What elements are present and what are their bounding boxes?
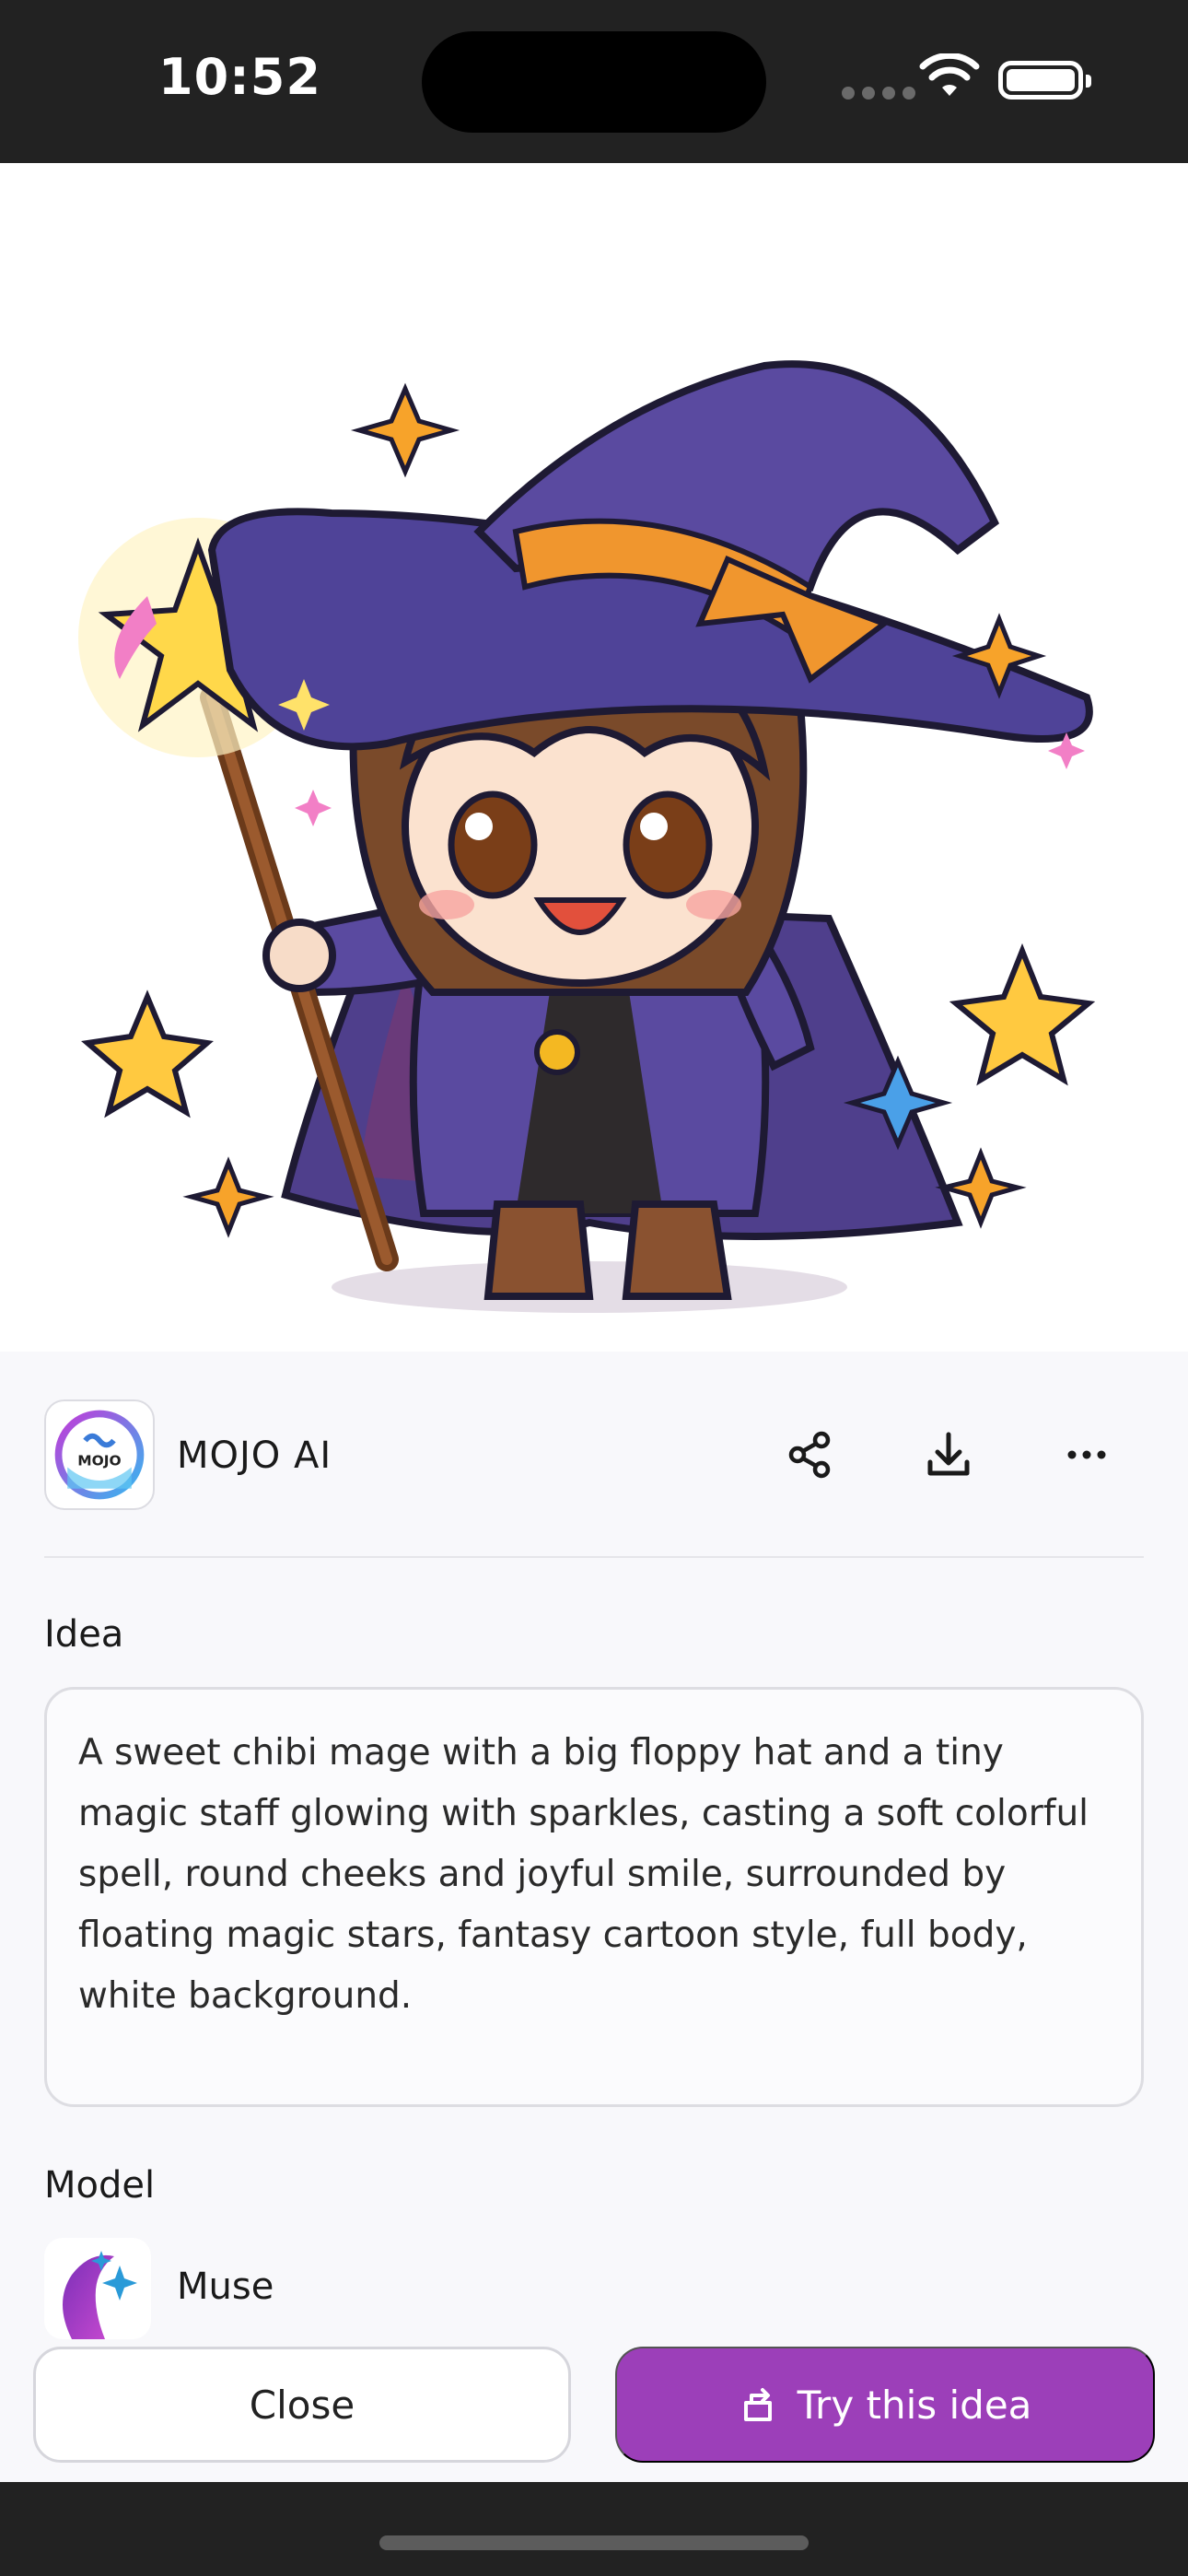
status-time: 10:52 bbox=[158, 48, 321, 106]
mojo-ai-logo[interactable]: MOJO bbox=[44, 1399, 155, 1510]
muse-model-icon bbox=[44, 2238, 151, 2339]
dynamic-island bbox=[422, 31, 766, 133]
wifi-icon bbox=[919, 53, 980, 96]
mojo-logo-text: MOJO bbox=[77, 1453, 121, 1469]
status-bar: 10:52 bbox=[0, 0, 1188, 163]
divider bbox=[44, 1556, 1144, 1558]
more-icon bbox=[1067, 1450, 1106, 1459]
generated-image[interactable] bbox=[0, 163, 1188, 1352]
author-row: MOJO MOJO AI bbox=[44, 1399, 1144, 1514]
idea-box[interactable]: A sweet chibi mage with a big floppy hat… bbox=[44, 1687, 1144, 2107]
download-button[interactable] bbox=[919, 1425, 978, 1484]
cellular-signal-icon bbox=[842, 87, 915, 100]
try-button-label: Try this idea bbox=[797, 2382, 1032, 2428]
close-button[interactable]: Close bbox=[33, 2347, 571, 2463]
close-button-label: Close bbox=[249, 2382, 355, 2428]
model-label: Model bbox=[44, 2164, 156, 2207]
idea-label: Idea bbox=[44, 1613, 124, 1656]
model-row[interactable]: Muse bbox=[44, 2238, 597, 2339]
author-name: MOJO AI bbox=[177, 1434, 332, 1477]
detail-sheet: MOJO MOJO AI Idea A sweet chibi mage wit… bbox=[0, 1352, 1188, 2482]
model-name: Muse bbox=[177, 2266, 274, 2308]
chibi-mage-illustration bbox=[78, 360, 1096, 1313]
try-idea-icon bbox=[743, 2388, 772, 2421]
share-button[interactable] bbox=[781, 1425, 840, 1484]
idea-text: A sweet chibi mage with a big floppy hat… bbox=[78, 1732, 1089, 2017]
try-this-idea-button[interactable]: Try this idea bbox=[615, 2347, 1155, 2463]
more-button[interactable] bbox=[1057, 1425, 1116, 1484]
mojo-logo-icon: MOJO bbox=[54, 1410, 145, 1500]
download-icon bbox=[927, 1432, 970, 1476]
share-icon bbox=[788, 1431, 831, 1479]
home-indicator[interactable] bbox=[379, 2535, 809, 2550]
home-area bbox=[0, 2482, 1188, 2576]
battery-icon bbox=[998, 61, 1091, 100]
